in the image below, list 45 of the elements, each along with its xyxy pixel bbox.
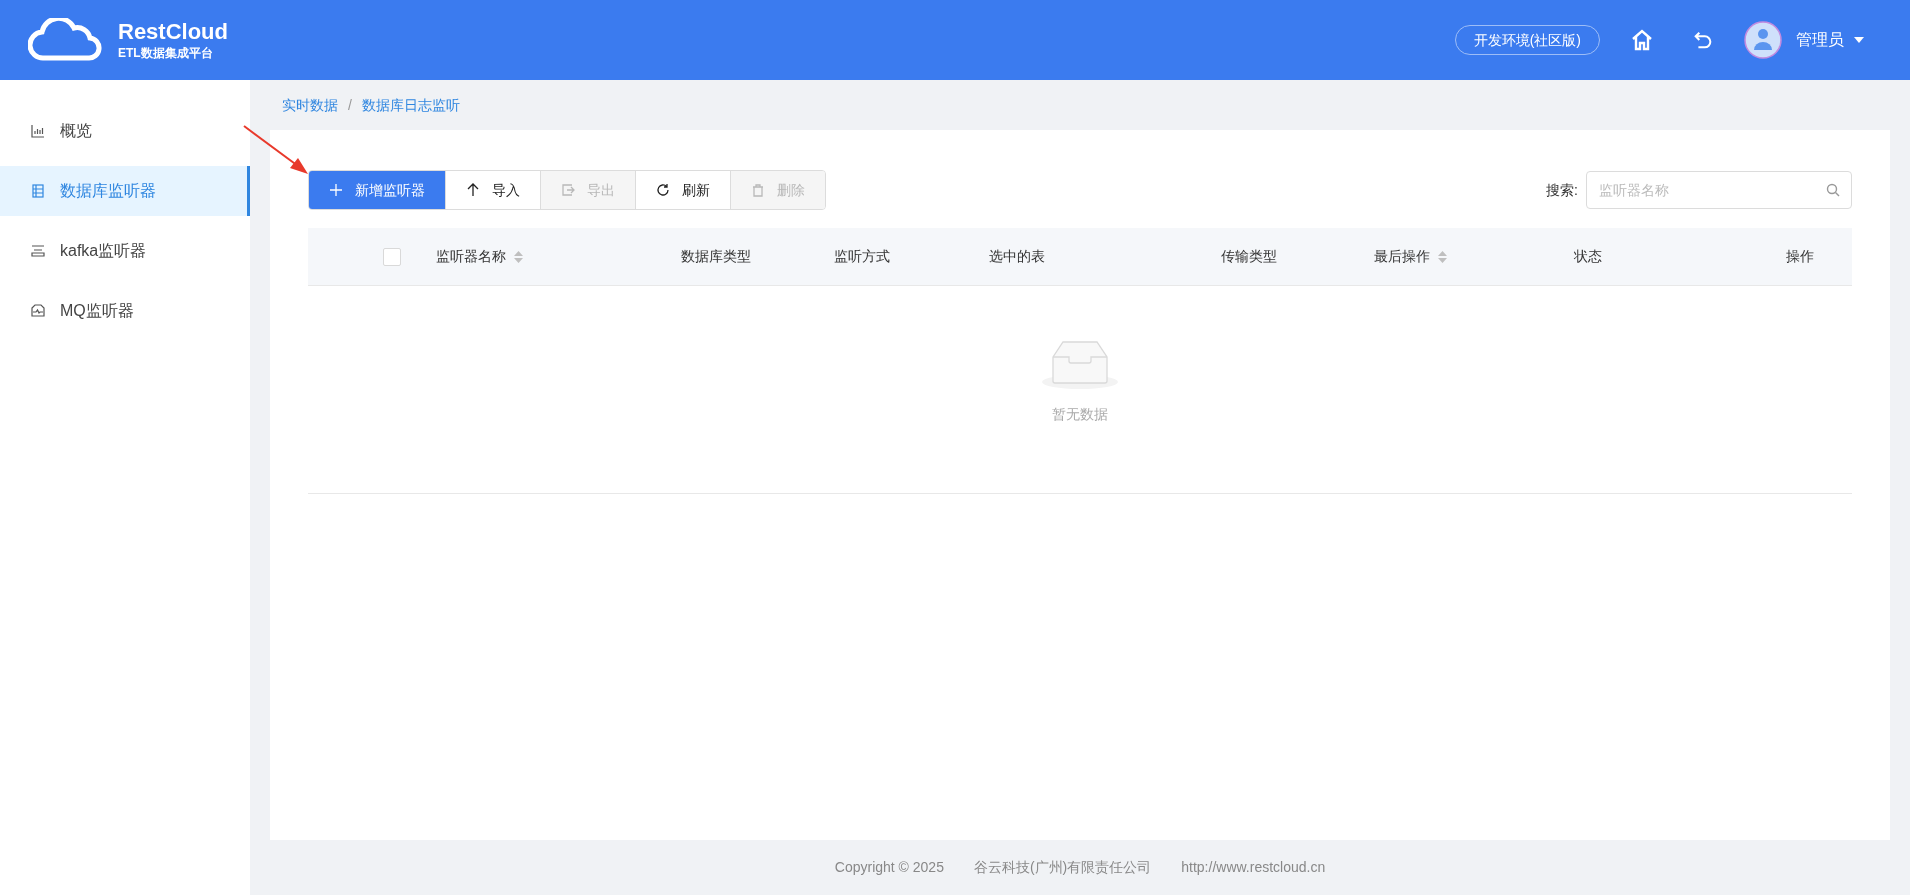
sidebar-item[interactable]: 数据库监听器 bbox=[0, 166, 250, 216]
breadcrumb-link[interactable]: 数据库日志监听 bbox=[361, 94, 460, 116]
search-icon[interactable] bbox=[1826, 183, 1840, 197]
column-header: 传输类型 bbox=[1221, 247, 1277, 266]
list-icon bbox=[30, 243, 46, 259]
export-icon bbox=[561, 183, 575, 197]
column-header: 监听方式 bbox=[834, 247, 890, 266]
logo-subtitle: ETL数据集成平台 bbox=[118, 47, 214, 59]
refresh-icon bbox=[656, 183, 670, 197]
plus-icon bbox=[329, 183, 343, 197]
sort-icon[interactable] bbox=[1438, 249, 1447, 264]
table-icon bbox=[30, 183, 46, 199]
breadcrumb-link[interactable]: 实时数据 bbox=[282, 94, 338, 116]
caret-down-icon[interactable] bbox=[1854, 37, 1864, 43]
column-header: 选中的表 bbox=[989, 247, 1045, 266]
toolbar-button[interactable]: 新增监听器 bbox=[309, 171, 445, 209]
trash-icon bbox=[751, 183, 765, 197]
avatar-icon[interactable] bbox=[1744, 21, 1782, 59]
search-label: 搜索: bbox=[1546, 180, 1578, 200]
footer-text: 谷云科技(广州)有限责任公司 bbox=[973, 858, 1152, 877]
monitor-icon bbox=[30, 303, 46, 319]
footer-text: Copyright © 2025 bbox=[834, 858, 944, 877]
select-all-checkbox[interactable] bbox=[383, 247, 401, 266]
footer-text: http://www.restcloud.cn bbox=[1181, 858, 1326, 877]
sort-icon[interactable] bbox=[514, 249, 523, 264]
sidebar-item[interactable]: MQ监听器 bbox=[0, 286, 250, 336]
cloud-logo-icon bbox=[28, 18, 104, 62]
bar-chart-icon bbox=[30, 123, 46, 139]
column-header: 状态 bbox=[1574, 247, 1602, 266]
search-field[interactable]: 监听器名称 bbox=[1586, 171, 1852, 209]
sidebar-item[interactable]: kafka监听器 bbox=[0, 226, 250, 276]
column-header: 数据库类型 bbox=[681, 247, 751, 266]
home-icon[interactable] bbox=[1630, 28, 1654, 52]
undo-icon[interactable] bbox=[1692, 29, 1714, 51]
sidebar-item[interactable]: 概览 bbox=[0, 106, 250, 156]
column-header: 监听器名称 bbox=[436, 247, 506, 266]
up-arrow-icon bbox=[466, 183, 480, 197]
column-header: 最后操作 bbox=[1374, 247, 1430, 266]
annotation-arrow bbox=[242, 124, 310, 176]
empty-inbox-icon bbox=[1040, 340, 1120, 390]
column-header: 操作 bbox=[1786, 247, 1814, 266]
breadcrumb-separator: / bbox=[348, 95, 352, 115]
user-name[interactable]: 管理员 bbox=[1796, 28, 1844, 52]
empty-message: 暂无数据 bbox=[1052, 405, 1108, 424]
logo-title: RestCloud bbox=[118, 21, 228, 43]
